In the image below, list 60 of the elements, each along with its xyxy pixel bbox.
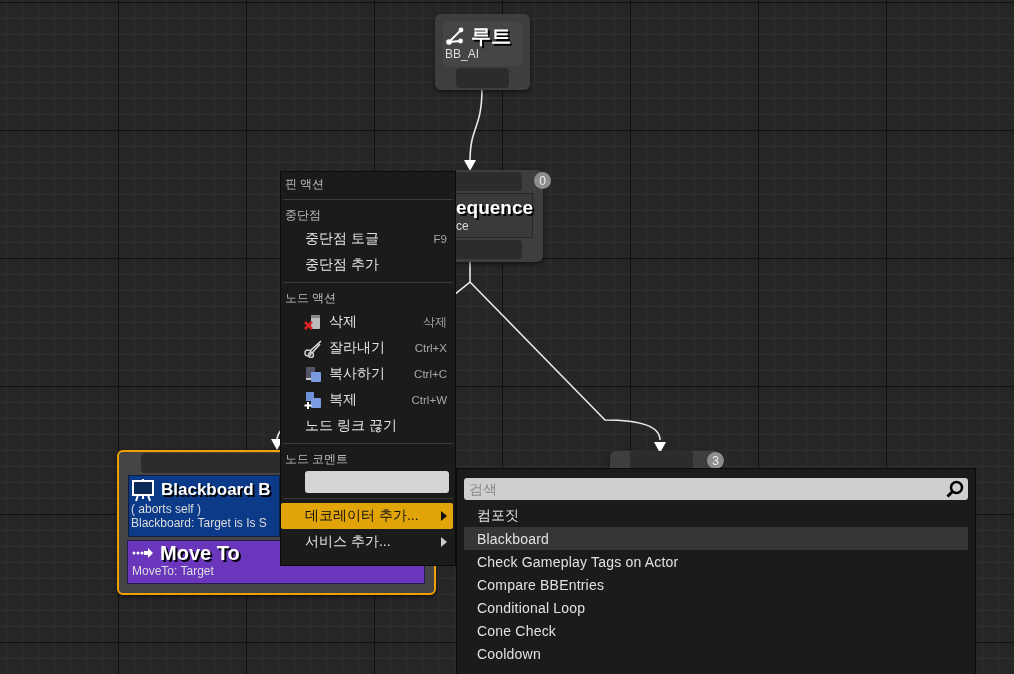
shortcut-label: 삭제: [423, 314, 447, 330]
list-item[interactable]: Blackboard: [464, 527, 968, 550]
input-pin[interactable]: [630, 451, 693, 468]
branch-icon: [445, 26, 465, 46]
menu-section-header: 노드 코멘트: [284, 450, 350, 468]
node-title: equence: [456, 197, 532, 219]
task-title: Move To: [160, 542, 240, 564]
comment-input-field[interactable]: [305, 471, 449, 493]
output-pin[interactable]: [456, 240, 522, 259]
list-item[interactable]: Check Gameplay Tags on Actor: [464, 550, 968, 573]
menu-item-label: 복제: [329, 391, 358, 409]
trash-can-icon: [303, 312, 323, 332]
duplicate-icon: [303, 390, 323, 410]
menu-item[interactable]: 중단점 추가: [281, 252, 453, 278]
node-subtitle: ce: [456, 218, 470, 234]
menu-item-label: 복사하기: [329, 365, 386, 383]
decorator-description: Blackboard: Target is Is S: [131, 516, 268, 531]
list-item[interactable]: Cone Check: [464, 619, 968, 642]
decorator-description: ( aborts self ): [131, 502, 203, 517]
node-title: 루트: [471, 25, 511, 47]
menu-section-header: 중단점: [284, 206, 322, 224]
menu-item[interactable]: 복제 Ctrl+W: [281, 387, 453, 413]
menu-item[interactable]: 노드 링크 끊기: [281, 413, 453, 439]
decorator-title: Blackboard B: [161, 480, 271, 500]
decorator-block[interactable]: Blackboard B ( aborts self ) Blackboard: Target is Is S: [128, 475, 280, 537]
input-pin[interactable]: [141, 453, 282, 473]
root-node[interactable]: 루트 BB_AI: [435, 14, 530, 90]
menu-item-label: 잘라내기: [329, 339, 386, 357]
menu-item-label: 중단점 추가: [305, 256, 380, 274]
submenu-arrow-icon: [441, 537, 447, 547]
shortcut-label: Ctrl+W: [411, 394, 447, 406]
task-subtitle: MoveTo: Target: [132, 564, 215, 579]
list-item[interactable]: Conditional Loop: [464, 596, 968, 619]
menu-item[interactable]: 잘라내기 Ctrl+X: [281, 335, 453, 361]
scissors-icon: [303, 338, 323, 358]
input-pin[interactable]: [456, 172, 522, 191]
menu-section-header: 핀 액션: [284, 175, 326, 193]
list-item[interactable]: 컴포짓: [464, 504, 968, 527]
menu-item[interactable]: 삭제 삭제: [281, 309, 453, 335]
node-subtitle: BB_AI: [445, 47, 481, 62]
shortcut-label: Ctrl+X: [414, 342, 447, 354]
dotted-arrow-icon: [132, 546, 154, 560]
menu-section-header: 노드 액션: [284, 289, 338, 307]
list-item[interactable]: Cooldown: [464, 642, 968, 665]
menu-item-label: 중단점 토글: [305, 230, 380, 248]
menu-item[interactable]: 중단점 토글 F9: [281, 226, 453, 252]
search-field[interactable]: 검색: [464, 478, 968, 500]
menu-item[interactable]: 복사하기 Ctrl+C: [281, 361, 453, 387]
search-icon: [946, 480, 964, 498]
list-item[interactable]: Compare BBEntries: [464, 573, 968, 596]
menu-item-label: 노드 링크 끊기: [305, 417, 398, 435]
copy-icon: [303, 364, 323, 384]
menu-item[interactable]: 데코레이터 추가...: [281, 503, 453, 529]
shortcut-label: F9: [433, 233, 447, 245]
shortcut-label: Ctrl+C: [414, 368, 447, 380]
child-count-badge: 0: [534, 172, 551, 189]
submenu-arrow-icon: [441, 511, 447, 521]
menu-item-label: 삭제: [329, 313, 358, 331]
easel-icon: [131, 478, 155, 502]
menu-item-label: 데코레이터 추가...: [305, 507, 420, 525]
